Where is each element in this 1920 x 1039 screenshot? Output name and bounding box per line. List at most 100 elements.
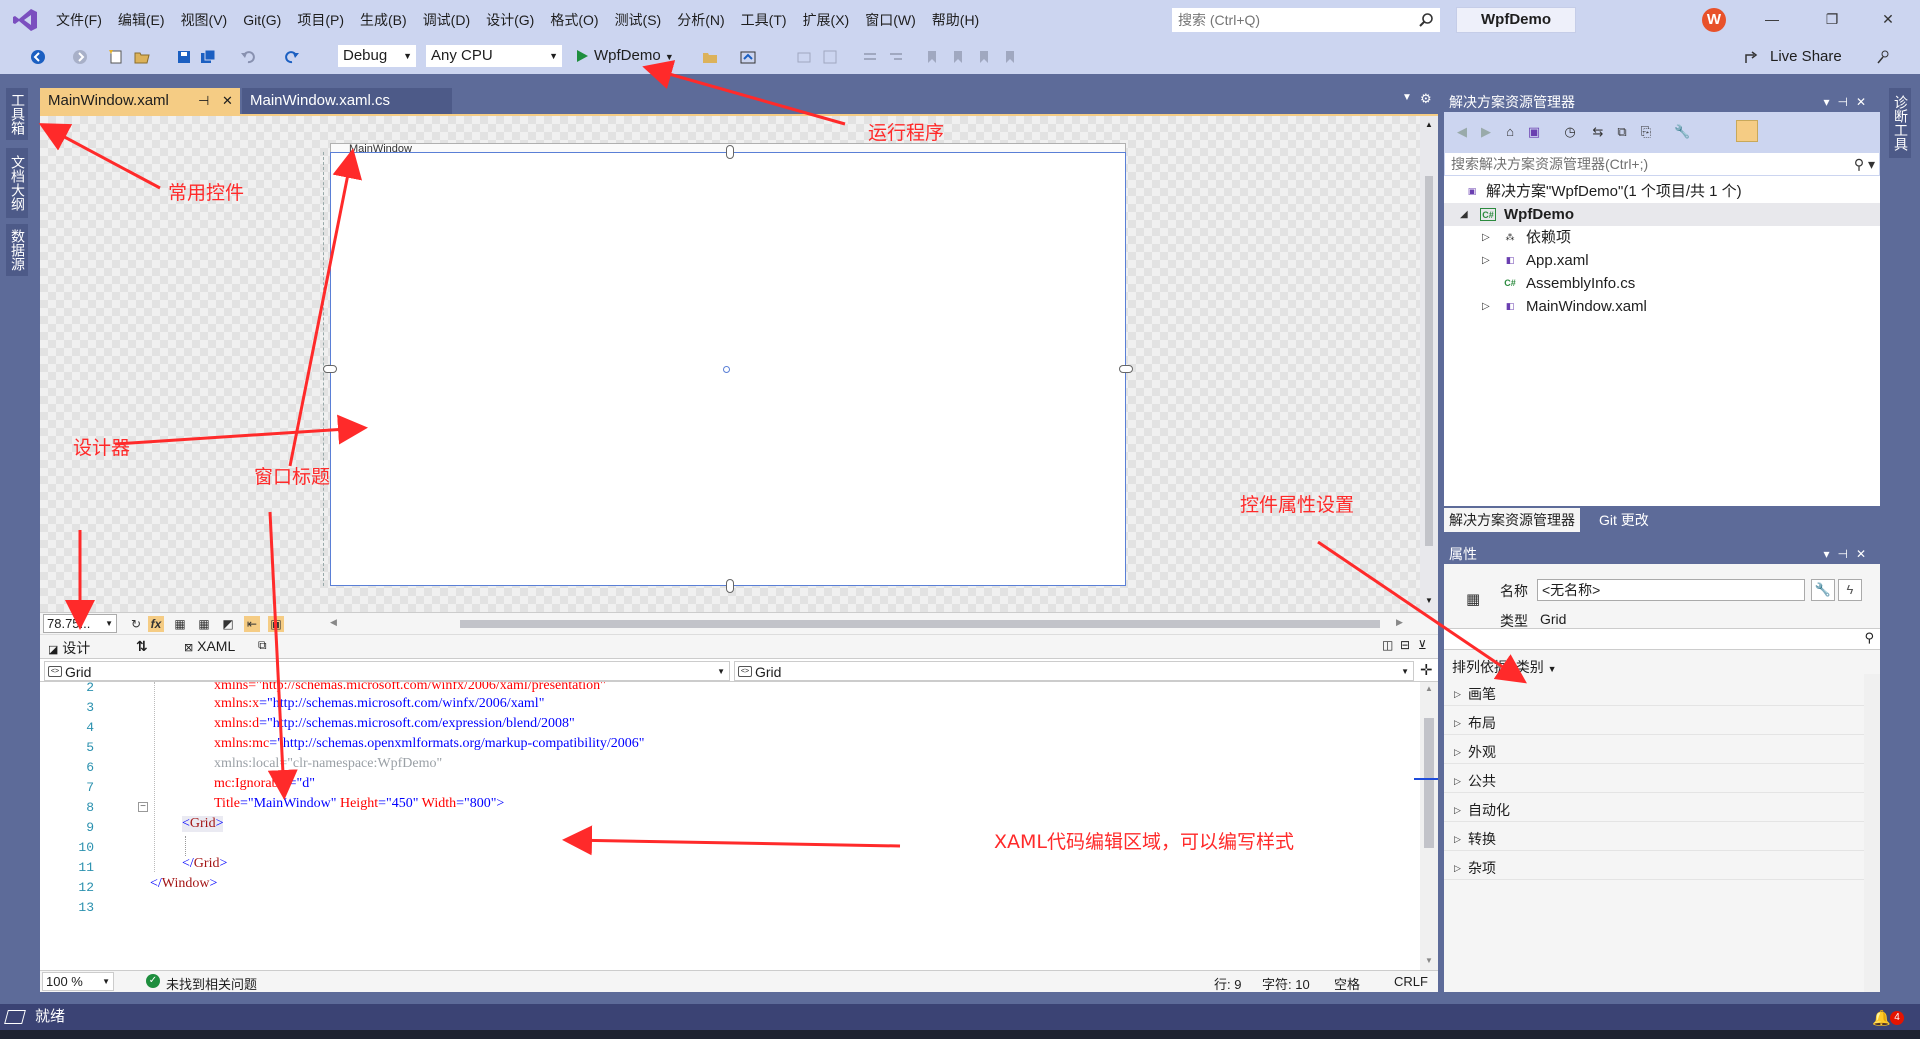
issues-status[interactable]: 未找到相关问题 <box>166 974 257 993</box>
menu-item[interactable]: 视图(V) <box>173 0 236 40</box>
navigate-back-icon[interactable] <box>30 49 46 65</box>
editor-zoom-dropdown[interactable]: 100 % ▼ <box>42 972 114 991</box>
property-category[interactable]: ▷ 外观 <box>1444 740 1864 764</box>
tree-item-mainwindow-xaml[interactable]: ▷ ◧ MainWindow.xaml <box>1444 295 1880 318</box>
live-share-button[interactable]: Live Share <box>1770 48 1842 65</box>
layout-icon[interactable] <box>822 49 838 65</box>
collapse-pane-icon[interactable]: ⊻ <box>1418 638 1427 652</box>
tab-solution-explorer[interactable]: 解决方案资源管理器 <box>1444 508 1580 532</box>
expand-arrow-icon[interactable]: ▷ <box>1454 711 1461 735</box>
scroll-right-icon[interactable]: ▶ <box>1396 617 1403 628</box>
property-category[interactable]: ▷ 画笔 <box>1444 682 1864 706</box>
element-scope-dropdown[interactable]: <> Grid ▼ <box>44 661 730 681</box>
menu-item[interactable]: 窗口(W) <box>857 0 924 40</box>
property-category[interactable]: ▷ 自动化 <box>1444 798 1864 822</box>
redo-icon[interactable] <box>284 49 300 65</box>
new-project-icon[interactable] <box>108 49 124 65</box>
properties-wrench-icon[interactable]: 🔧 <box>1674 124 1690 140</box>
xaml-designer-surface[interactable]: MainWindow ▲ ▼ <box>40 116 1438 612</box>
collapse-all-icon[interactable]: ⧉ <box>1614 124 1630 140</box>
expand-arrow-icon[interactable]: ▷ <box>1454 769 1461 793</box>
tree-item-solution[interactable]: ▣ 解决方案"WpfDemo"(1 个项目/共 1 个) <box>1444 180 1880 203</box>
collapsed-arrow-icon[interactable]: ▷ <box>1482 226 1490 249</box>
menu-item[interactable]: 编辑(E) <box>110 0 173 40</box>
designer-horizontal-scrollbar[interactable]: ◀ ▶ <box>330 617 1410 629</box>
property-category[interactable]: ▷ 杂项 <box>1444 856 1864 880</box>
pin-icon[interactable]: ⊣ <box>198 88 209 114</box>
collapsed-arrow-icon[interactable]: ▷ <box>1482 249 1490 272</box>
data-sources-tab[interactable]: 数据源 <box>6 224 28 276</box>
build-configuration-dropdown[interactable]: Debug ▼ <box>337 44 417 68</box>
document-outline-tab[interactable]: 文档大纲 <box>6 148 28 218</box>
live-share-icon[interactable] <box>1744 49 1760 65</box>
menu-item[interactable]: 工具(T) <box>733 0 795 40</box>
switch-views-icon[interactable]: ▣ <box>1526 124 1542 140</box>
split-vertical-icon[interactable]: ◫ <box>1382 638 1393 652</box>
events-lightning-icon[interactable]: ϟ <box>1838 579 1862 601</box>
menu-item[interactable]: 设计(G) <box>478 0 542 40</box>
search-box[interactable] <box>1171 7 1441 33</box>
menu-item[interactable]: Git(G) <box>235 0 289 40</box>
preview-selected-button[interactable] <box>1736 120 1758 142</box>
home-screen-icon[interactable] <box>740 49 756 65</box>
property-category[interactable]: ▷ 布局 <box>1444 711 1864 735</box>
expanded-arrow-icon[interactable]: ◢ <box>1460 203 1468 226</box>
menu-item[interactable]: 测试(S) <box>607 0 670 40</box>
collapsed-arrow-icon[interactable]: ▷ <box>1482 295 1490 318</box>
scroll-down-icon[interactable]: ▼ <box>1425 956 1433 965</box>
notifications-button[interactable]: 🔔 4 <box>1872 1007 1908 1027</box>
comment-icon[interactable] <box>862 49 878 65</box>
sort-by-dropdown[interactable]: 排列依据: 类别 ▼ <box>1452 657 1557 677</box>
minimize-button[interactable]: — <box>1760 8 1784 32</box>
xaml-code-editor[interactable]: 2 3 4 5 6 7 8 9 10 11 12 13 xmlns="http://schemas.m… <box>40 682 1438 970</box>
tab-mainwindow-xaml-cs[interactable]: MainWindow.xaml.cs <box>242 88 452 114</box>
sync-icon[interactable]: ⇆ <box>1590 124 1606 140</box>
show-all-files-icon[interactable]: ⎘ <box>1638 124 1654 140</box>
member-scope-dropdown[interactable]: <> Grid ▼ <box>734 661 1414 681</box>
clear-bookmarks-icon[interactable] <box>1002 49 1018 65</box>
save-all-icon[interactable] <box>200 49 216 65</box>
toolbox-tab[interactable]: 工具箱 <box>6 88 28 140</box>
search-input[interactable] <box>1172 8 1408 32</box>
close-window-button[interactable]: ✕ <box>1876 8 1900 32</box>
resize-handle-right[interactable] <box>1119 365 1133 373</box>
resize-handle-left[interactable] <box>323 365 337 373</box>
save-icon[interactable] <box>176 49 192 65</box>
tab-overflow-icon[interactable]: ▼ <box>1402 92 1412 103</box>
scroll-down-icon[interactable]: ▼ <box>1425 596 1433 605</box>
resize-handle-bottom[interactable] <box>726 579 734 593</box>
menu-item[interactable]: 文件(F) <box>48 0 110 40</box>
close-tab-icon[interactable]: ✕ <box>222 88 233 114</box>
panel-window-controls[interactable]: ▾⊣✕ <box>1823 92 1874 112</box>
resize-handle-top[interactable] <box>726 145 734 159</box>
solution-search-box[interactable]: 搜索解决方案资源管理器(Ctrl+;) ⚲ ▾ <box>1444 152 1880 176</box>
line-ending-indicator[interactable]: CRLF <box>1394 974 1428 989</box>
menu-item[interactable]: 调试(D) <box>415 0 478 40</box>
layout-icon[interactable] <box>796 49 812 65</box>
folder-view-icon[interactable] <box>702 49 718 65</box>
navigate-forward-icon[interactable] <box>72 49 88 65</box>
visual-studio-logo-icon[interactable] <box>12 7 38 33</box>
design-view-tab[interactable]: ◪ 设计 <box>48 638 90 658</box>
home-icon[interactable]: ⌂ <box>1502 124 1518 140</box>
account-avatar[interactable]: W <box>1702 8 1726 32</box>
restore-button[interactable]: ❐ <box>1820 8 1844 32</box>
forward-icon[interactable]: ▶ <box>1478 124 1494 140</box>
platform-dropdown[interactable]: Any CPU ▼ <box>425 44 563 68</box>
start-debugging-button[interactable]: WpfDemo ▼ <box>574 45 674 69</box>
tree-item-project[interactable]: ◢ C# WpfDemo <box>1444 203 1880 226</box>
menu-item[interactable]: 项目(P) <box>289 0 352 40</box>
swap-panes-button[interactable]: ⇅ <box>136 638 148 655</box>
scrollbar-thumb[interactable] <box>1425 176 1433 546</box>
menu-item[interactable]: 格式(O) <box>542 0 606 40</box>
tab-git-changes[interactable]: Git 更改 <box>1594 508 1654 532</box>
scroll-left-icon[interactable]: ◀ <box>330 617 337 628</box>
effects-icon[interactable]: fx <box>148 616 164 632</box>
properties-scrollbar[interactable] <box>1864 674 1880 992</box>
panel-window-controls[interactable]: ▾⊣✕ <box>1823 544 1874 564</box>
uncomment-icon[interactable] <box>888 49 904 65</box>
feedback-icon[interactable] <box>1876 49 1892 65</box>
expand-arrow-icon[interactable]: ▷ <box>1454 827 1461 851</box>
bookmark-icon[interactable] <box>924 49 940 65</box>
property-search-box[interactable]: ⚲ <box>1444 628 1880 650</box>
